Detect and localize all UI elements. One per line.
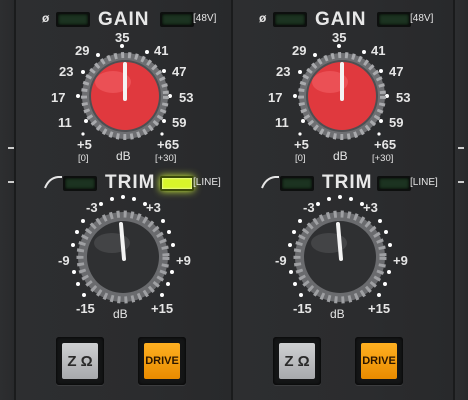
drive-button-well: DRIVE bbox=[355, 337, 403, 385]
trim-scale-dot bbox=[338, 195, 342, 199]
edge-tick-left-2 bbox=[8, 181, 14, 183]
trim-scale-dot bbox=[81, 219, 85, 223]
trim-scale-dot bbox=[170, 270, 174, 274]
trim-scale-dot bbox=[293, 282, 297, 286]
trim-scale-dot bbox=[387, 270, 391, 274]
trim-scale-dot bbox=[384, 230, 388, 234]
trim-scale-dot bbox=[349, 197, 353, 201]
trim-scale-dot bbox=[166, 282, 170, 286]
edge-tick-right bbox=[458, 147, 464, 149]
drive-button[interactable]: DRIVE bbox=[361, 343, 397, 379]
trim-knob-graphics bbox=[288, 195, 392, 304]
trim-knob[interactable] bbox=[76, 210, 170, 304]
trim-scale-dot bbox=[110, 197, 114, 201]
trim-scale-dot bbox=[76, 282, 80, 286]
left-edge-panel bbox=[0, 0, 14, 400]
trim-scale-dot bbox=[289, 270, 293, 274]
trim-scale-dot bbox=[143, 202, 147, 206]
drive-button[interactable]: DRIVE bbox=[144, 343, 180, 379]
trim-scale-dot bbox=[288, 243, 292, 247]
trim-scale-dot bbox=[383, 282, 387, 286]
trim-scale-dot bbox=[71, 243, 75, 247]
trim-scale-dot bbox=[160, 293, 164, 297]
impedance-button-well: Z Ω bbox=[273, 337, 321, 385]
trim-scale-dot bbox=[171, 243, 175, 247]
trim-scale-dot bbox=[299, 293, 303, 297]
trim-scale-dot bbox=[378, 219, 382, 223]
trim-scale-dot bbox=[167, 230, 171, 234]
trim-scale-dot bbox=[298, 219, 302, 223]
trim-scale-dot bbox=[360, 202, 364, 206]
trim-scale-dot bbox=[161, 219, 165, 223]
right-edge-panel bbox=[455, 0, 468, 400]
impedance-button[interactable]: Z Ω bbox=[279, 343, 315, 379]
trim-scale-dot bbox=[121, 195, 125, 199]
trim-scale-dot bbox=[292, 230, 296, 234]
trim-scale-dot bbox=[327, 197, 331, 201]
impedance-button-well: Z Ω bbox=[56, 337, 104, 385]
trim-scale-dot bbox=[75, 230, 79, 234]
edge-tick-right-2 bbox=[458, 181, 464, 183]
trim-scale-dot bbox=[72, 270, 76, 274]
trim-knob-graphics bbox=[71, 195, 175, 304]
impedance-button[interactable]: Z Ω bbox=[62, 343, 98, 379]
trim-scale-dot bbox=[388, 243, 392, 247]
trim-scale-dot bbox=[82, 293, 86, 297]
trim-scale-dot bbox=[316, 202, 320, 206]
trim-knob[interactable] bbox=[293, 210, 387, 304]
trim-scale-dot bbox=[132, 197, 136, 201]
trim-scale-dot bbox=[377, 293, 381, 297]
channel-strip-2: ø GAIN [48V] +5 11 17 23 29 35 41 47 53 … bbox=[233, 0, 451, 400]
drive-button-well: DRIVE bbox=[138, 337, 186, 385]
channel-strip-1: ø GAIN [48V] +5 11 17 23 29 35 41 47 53 … bbox=[16, 0, 234, 400]
trim-scale-dot bbox=[99, 202, 103, 206]
edge-tick-left bbox=[8, 147, 14, 149]
